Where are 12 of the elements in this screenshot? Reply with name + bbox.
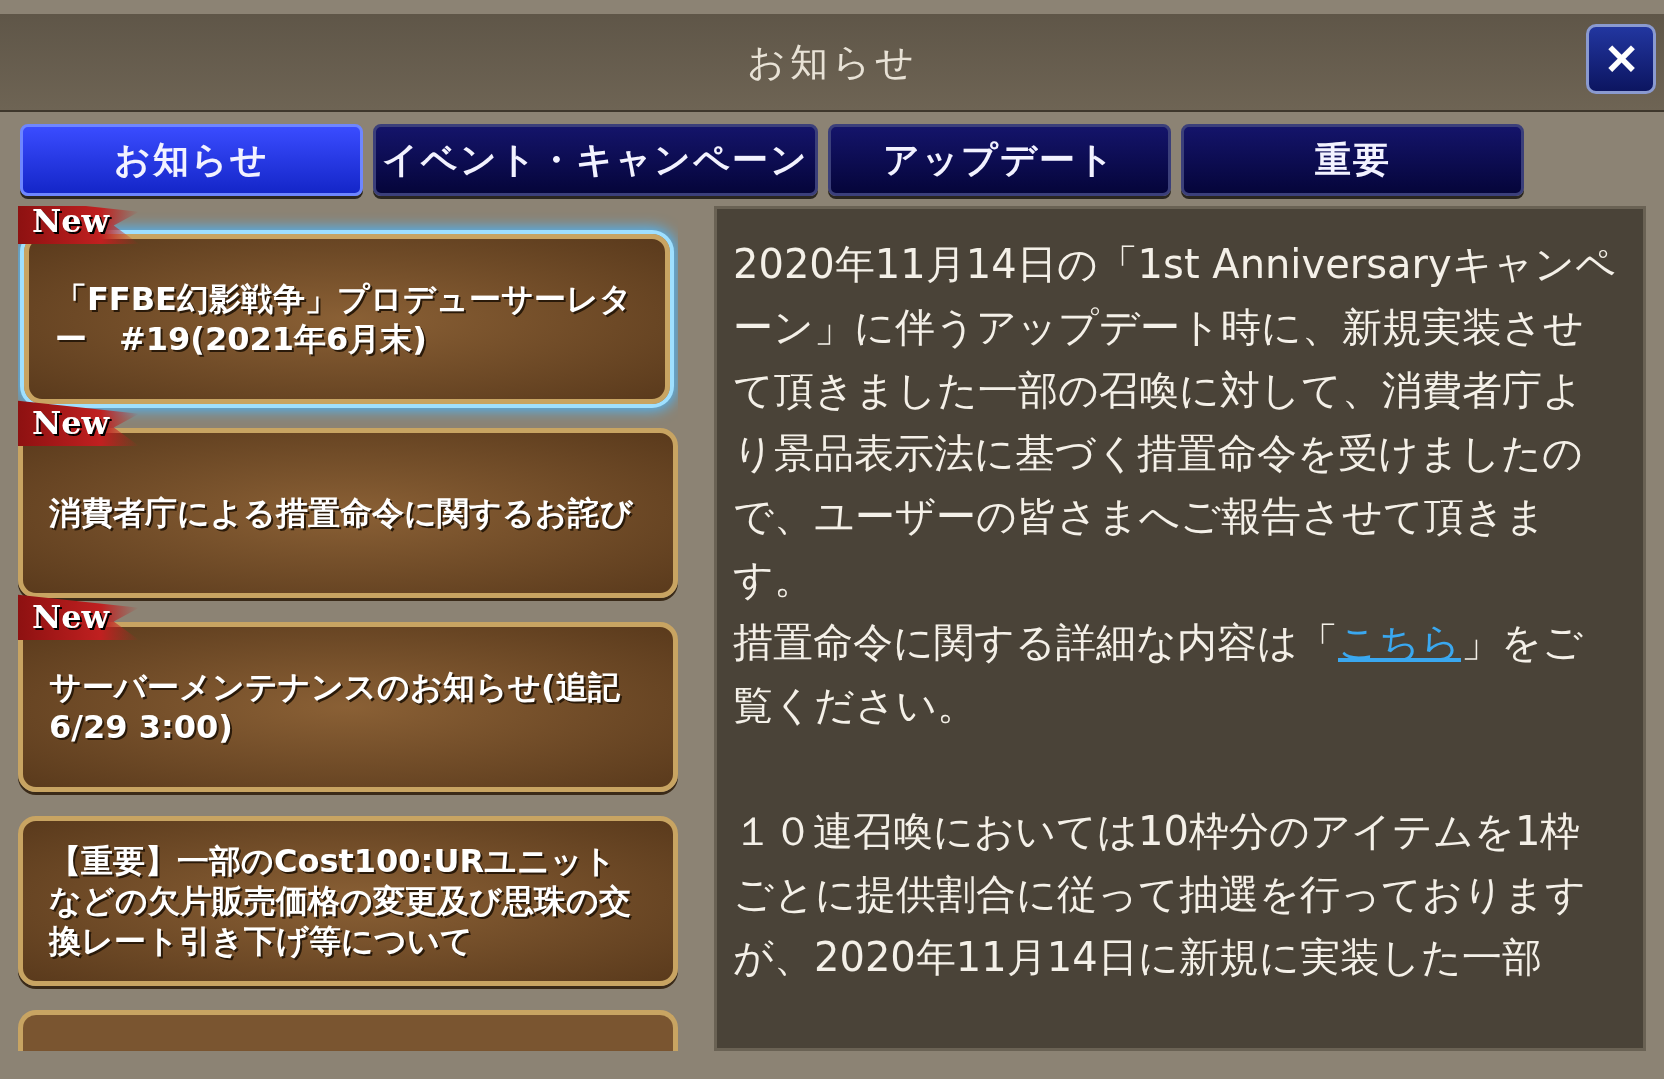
notice-paragraph: １０連召喚においては10枠分のアイテムを1枠ごとに提供割合に従って抽選を行っておりますが、2020年11月14日に新規に実装した一部 — [733, 807, 1587, 982]
tab[interactable]: イベント・キャンペーン — [373, 124, 818, 196]
tab[interactable]: 重要 — [1181, 124, 1524, 196]
tab[interactable]: お知らせ — [20, 124, 363, 196]
detail-link[interactable]: こちら — [1338, 619, 1461, 665]
tab[interactable]: アップデート — [828, 124, 1171, 196]
notice-item[interactable] — [18, 1010, 678, 1051]
close-button[interactable]: ✕ — [1586, 24, 1656, 94]
notice-paragraph: 2020年11月14日の「1st Anniversaryキャンペーン」に伴うアップデート時に、新規実装させて頂きました一部の召喚に対して、消費者庁より景品表示法に基づく措置命令を受けましたので、ユーザーの皆さまへご報告させて頂きます。 — [733, 240, 1617, 604]
window-title: お知らせ — [746, 38, 918, 86]
notice-paragraph: 措置命令に関する詳細な内容は「こちら」をご覧ください。 — [733, 618, 1584, 730]
notice-item[interactable]: 【重要】一部のCost100:URユニットなどの欠片販売価格の変更及び思珠の交換レート引き下げ等について — [18, 816, 678, 986]
